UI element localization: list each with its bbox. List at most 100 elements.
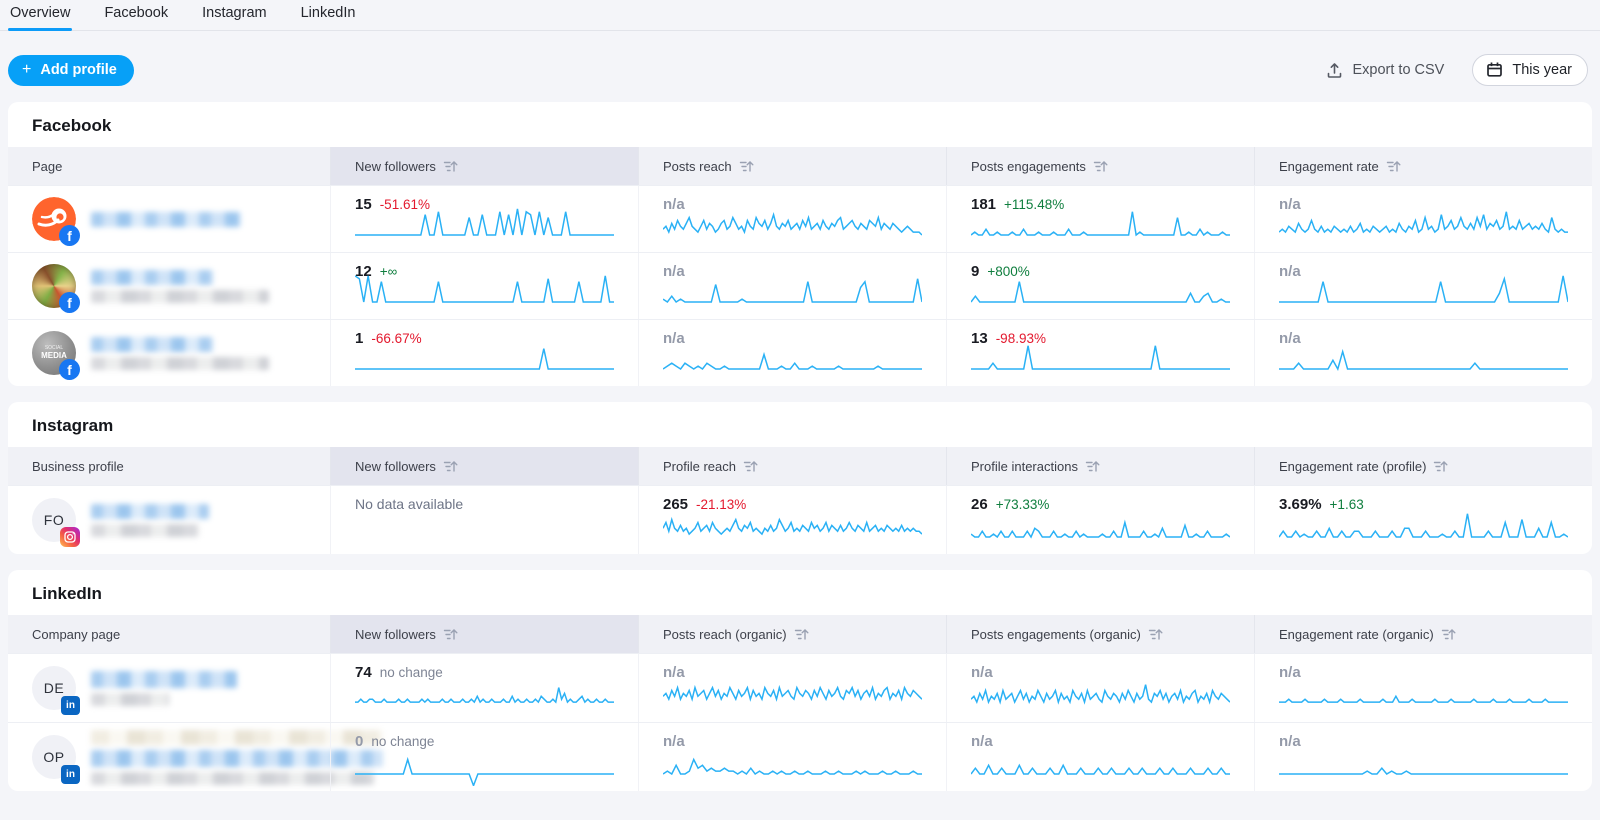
column-header-new-followers[interactable]: New followers: [330, 147, 638, 185]
no-data-label: No data available: [355, 496, 463, 512]
linkedin-section: LinkedIn Company page New followers Post…: [8, 570, 1592, 791]
metric-profile-reach: 265-21.13%: [638, 486, 946, 554]
metric-engagement-rate: n/a: [1254, 320, 1592, 386]
plus-icon: +: [22, 62, 31, 78]
export-csv-button[interactable]: Export to CSV: [1326, 62, 1444, 79]
facebook-section: Facebook Page New followers Posts reach …: [8, 102, 1592, 386]
instagram-table-header: Business profile New followers Profile r…: [8, 447, 1592, 485]
add-profile-button[interactable]: + Add profile: [8, 55, 134, 86]
metric-posts-engagements: 13-98.93%: [946, 320, 1254, 386]
date-range-button[interactable]: This year: [1472, 54, 1588, 86]
column-header-company-page[interactable]: Company page: [8, 615, 330, 653]
table-row: OP in 0no change n/a n/a n/a: [8, 722, 1592, 791]
top-tab-bar: Overview Facebook Instagram LinkedIn: [0, 0, 1600, 31]
sparkline: [1279, 742, 1568, 786]
date-range-label: This year: [1512, 62, 1572, 78]
tab-overview[interactable]: Overview: [8, 0, 72, 30]
column-header-engagement-rate-profile[interactable]: Engagement rate (profile): [1254, 447, 1592, 485]
sparkline: [663, 742, 922, 786]
sort-icon: [739, 160, 754, 173]
sparkline: [971, 203, 1230, 247]
metric-engagement-rate-organic: n/a: [1254, 654, 1592, 722]
sort-icon: [1433, 460, 1448, 473]
metric-posts-reach: n/a: [638, 186, 946, 252]
sparkline: [663, 337, 922, 381]
redacted-company-name[interactable]: [91, 671, 237, 706]
sparkline: [663, 270, 922, 314]
sparkline: [971, 337, 1230, 381]
upload-icon: [1326, 62, 1343, 79]
metric-posts-reach: n/a: [638, 320, 946, 386]
tab-linkedin[interactable]: LinkedIn: [299, 0, 358, 30]
sparkline: [971, 742, 1230, 786]
table-row: f 15-51.61% n/a 181+115.48% n/a: [8, 185, 1592, 252]
metric-posts-reach-organic: n/a: [638, 654, 946, 722]
sort-icon: [1441, 628, 1456, 641]
toolbar: + Add profile Export to CSV This year: [0, 31, 1600, 102]
column-header-profile-reach[interactable]: Profile reach: [638, 447, 946, 485]
metric-new-followers: 74no change: [330, 654, 638, 722]
sparkline: [355, 337, 614, 381]
column-header-new-followers[interactable]: New followers: [330, 447, 638, 485]
sparkline: [1279, 337, 1568, 381]
facebook-table-header: Page New followers Posts reach Posts eng…: [8, 147, 1592, 185]
redacted-page-name[interactable]: [91, 212, 241, 227]
metric-engagement-rate-organic: n/a: [1254, 723, 1592, 791]
linkedin-badge-icon: in: [61, 696, 80, 715]
avatar-semrush: f: [32, 197, 76, 241]
sort-icon: [1085, 460, 1100, 473]
sparkline: [1279, 673, 1568, 717]
avatar-page: SOCIALMEDIA f: [32, 331, 76, 375]
section-title-facebook: Facebook: [8, 102, 1592, 147]
instagram-badge-icon: [60, 527, 80, 547]
metric-posts-reach: n/a: [638, 253, 946, 319]
metric-posts-reach-organic: n/a: [638, 723, 946, 791]
table-row: SOCIALMEDIA f 1-66.67% n/a 13-98.93% n/a: [8, 319, 1592, 386]
column-header-posts-reach[interactable]: Posts reach: [638, 147, 946, 185]
sort-icon: [443, 460, 458, 473]
column-header-page[interactable]: Page: [8, 147, 330, 185]
sparkline: [663, 505, 922, 549]
avatar-profile: FO: [32, 498, 76, 542]
metric-new-followers: 1-66.67%: [330, 320, 638, 386]
avatar-company: DE in: [32, 666, 76, 710]
metric-engagement-rate: n/a: [1254, 186, 1592, 252]
redacted-page-name[interactable]: [91, 337, 269, 370]
calendar-icon: [1486, 61, 1503, 78]
section-title-instagram: Instagram: [8, 402, 1592, 447]
export-csv-label: Export to CSV: [1352, 62, 1444, 78]
metric-posts-engagements: 9+800%: [946, 253, 1254, 319]
sort-icon: [443, 628, 458, 641]
sparkline: [971, 270, 1230, 314]
sparkline: [1279, 203, 1568, 247]
column-header-posts-engagements[interactable]: Posts engagements: [946, 147, 1254, 185]
table-row: FO No data available 265-21.13% 26+73.33…: [8, 485, 1592, 554]
metric-profile-interactions: 26+73.33%: [946, 486, 1254, 554]
redacted-profile-name[interactable]: [91, 504, 209, 537]
avatar-company: OP in: [32, 735, 76, 779]
linkedin-table-header: Company page New followers Posts reach (…: [8, 615, 1592, 653]
tab-facebook[interactable]: Facebook: [102, 0, 170, 30]
sort-icon: [794, 628, 809, 641]
column-header-profile-interactions[interactable]: Profile interactions: [946, 447, 1254, 485]
metric-posts-engagements-organic: n/a: [946, 723, 1254, 791]
column-header-posts-reach-organic[interactable]: Posts reach (organic): [638, 615, 946, 653]
column-header-engagement-rate-organic[interactable]: Engagement rate (organic): [1254, 615, 1592, 653]
column-header-engagement-rate[interactable]: Engagement rate: [1254, 147, 1592, 185]
redacted-page-name[interactable]: [91, 270, 269, 303]
column-header-new-followers[interactable]: New followers: [330, 615, 638, 653]
avatar-page: f: [32, 264, 76, 308]
sparkline: [1279, 505, 1568, 549]
sparkline: [663, 673, 922, 717]
column-header-posts-engagements-organic[interactable]: Posts engagements (organic): [946, 615, 1254, 653]
metric-new-followers: 12+∞: [330, 253, 638, 319]
metric-new-followers: No data available: [330, 486, 638, 554]
tab-instagram[interactable]: Instagram: [200, 0, 268, 30]
table-row: DE in 74no change n/a n/a n/a: [8, 653, 1592, 722]
sparkline: [355, 203, 614, 247]
sort-icon: [1386, 160, 1401, 173]
metric-posts-engagements: 181+115.48%: [946, 186, 1254, 252]
table-row: f 12+∞ n/a 9+800% n/a: [8, 252, 1592, 319]
linkedin-badge-icon: in: [61, 765, 80, 784]
column-header-business-profile[interactable]: Business profile: [8, 447, 330, 485]
